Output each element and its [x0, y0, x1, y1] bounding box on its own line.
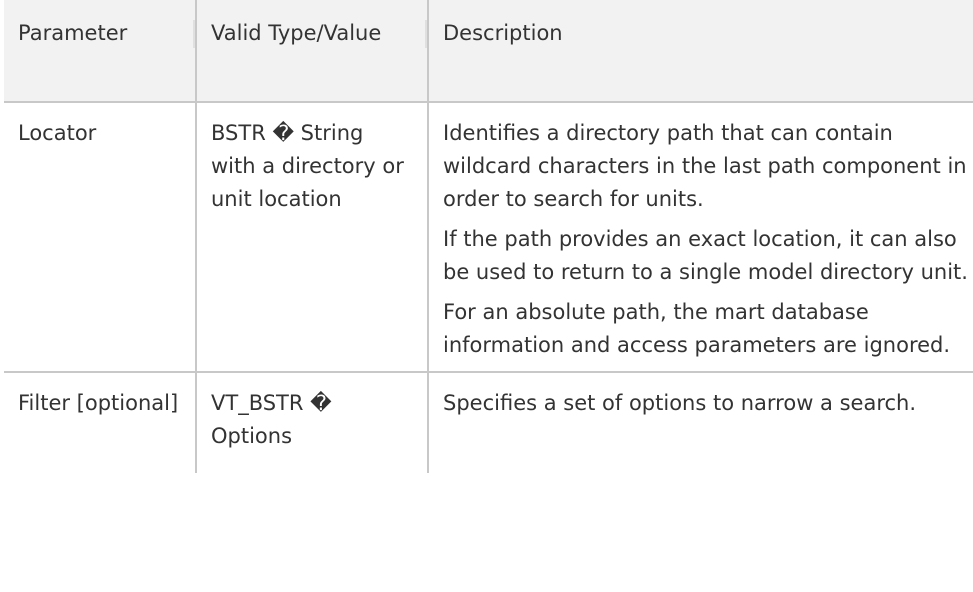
parameter-type: BSTR � String with a directory or unit l…: [211, 121, 404, 211]
header-valid-type-label: Valid Type/Value: [211, 21, 382, 45]
description-paragraph: Identifies a directory path that can con…: [443, 121, 967, 211]
table-body: Locator BSTR � String with a directory o…: [4, 102, 973, 473]
header-parameter-label: Parameter: [18, 21, 128, 45]
parameter-name: Locator: [18, 121, 97, 145]
header-separator: [425, 20, 427, 48]
cell-type: VT_BSTR � Options: [195, 372, 428, 473]
cell-description: Specifies a set of options to narrow a s…: [427, 372, 973, 473]
cell-parameter: Filter [optional]: [4, 372, 196, 473]
header-separator: [193, 20, 195, 48]
parameter-name: Filter [optional]: [18, 391, 179, 415]
cell-type: BSTR � String with a directory or unit l…: [195, 102, 428, 373]
description-paragraph: For an absolute path, the mart database …: [443, 300, 951, 357]
header-description-label: Description: [443, 21, 563, 45]
parameter-type: VT_BSTR � Options: [211, 391, 332, 448]
cell-description: Identifies a directory path that can con…: [427, 102, 973, 373]
header-parameter: Parameter: [4, 0, 196, 103]
table-row: Filter [optional] VT_BSTR � Options Spec…: [4, 372, 973, 473]
header-valid-type: Valid Type/Value: [195, 0, 428, 103]
parameter-table: Parameter Valid Type/Value Description L…: [4, 0, 973, 473]
header-row: Parameter Valid Type/Value Description: [4, 0, 973, 103]
description-paragraph: Specifies a set of options to narrow a s…: [443, 391, 917, 415]
parameter-table-container: Parameter Valid Type/Value Description L…: [0, 0, 973, 592]
header-description: Description: [427, 0, 973, 103]
cell-parameter: Locator: [4, 102, 196, 373]
table-row: Locator BSTR � String with a directory o…: [4, 102, 973, 373]
table-header: Parameter Valid Type/Value Description: [4, 0, 973, 103]
description-paragraph: If the path provides an exact location, …: [443, 227, 968, 284]
